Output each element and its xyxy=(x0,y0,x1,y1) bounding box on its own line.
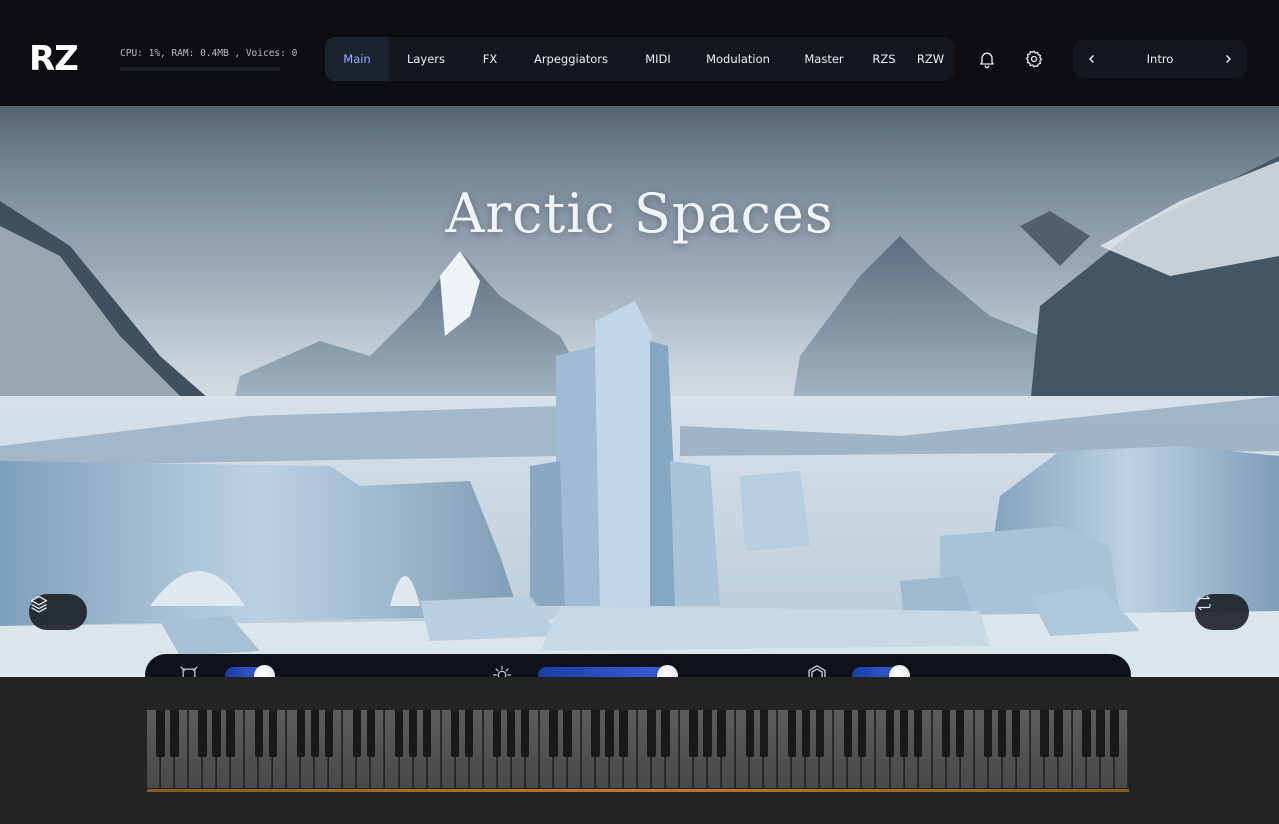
piano-black-key[interactable] xyxy=(647,710,656,757)
piano-black-key[interactable] xyxy=(801,710,811,757)
piano-black-key[interactable] xyxy=(408,710,418,757)
layers-toggle-button[interactable] xyxy=(29,594,87,630)
layers-icon xyxy=(30,595,48,613)
piano-black-key[interactable] xyxy=(745,710,754,757)
piano-black-key[interactable] xyxy=(1040,710,1049,757)
performance-meter xyxy=(120,67,280,71)
gear-icon xyxy=(1025,50,1043,68)
tab-rzs[interactable]: RZS xyxy=(869,37,899,81)
piano-black-key[interactable] xyxy=(366,710,376,757)
piano-black-key[interactable] xyxy=(226,710,235,757)
piano-black-key[interactable] xyxy=(759,710,768,757)
piano-black-key[interactable] xyxy=(955,710,965,757)
piano-black-key[interactable] xyxy=(1054,710,1063,757)
performance-stats: CPU: 1%, RAM: 0.4MB , Voices: 0 xyxy=(120,48,298,59)
piano-black-key[interactable] xyxy=(268,710,277,757)
tab-modulation[interactable]: Modulation xyxy=(703,37,773,81)
chevron-left-icon xyxy=(1088,54,1095,64)
piano-black-key[interactable] xyxy=(843,710,853,757)
piano-black-key[interactable] xyxy=(493,710,502,757)
app-logo: RZ xyxy=(29,39,79,79)
piano-black-key[interactable] xyxy=(352,710,362,757)
piano-black-key[interactable] xyxy=(507,710,516,757)
piano-black-key[interactable] xyxy=(717,710,726,757)
tab-main[interactable]: Main xyxy=(325,37,389,81)
piano-black-key[interactable] xyxy=(394,710,404,757)
bell-icon xyxy=(980,52,994,69)
piano-black-key[interactable] xyxy=(422,710,432,757)
piano-black-key[interactable] xyxy=(941,710,951,757)
preset-title: Arctic Spaces xyxy=(445,182,834,245)
piano-black-key[interactable] xyxy=(899,710,909,757)
tab-layers[interactable]: Layers xyxy=(396,37,456,81)
piano-black-key[interactable] xyxy=(885,710,895,757)
cycle-button[interactable] xyxy=(1195,594,1249,630)
piano-black-key[interactable] xyxy=(1110,710,1119,757)
piano-black-key[interactable] xyxy=(310,710,320,757)
piano-black-key[interactable] xyxy=(549,710,558,757)
piano-black-key[interactable] xyxy=(464,710,474,757)
piano-keyboard[interactable] xyxy=(147,710,1129,790)
preset-artwork: Arctic Spaces xyxy=(0,106,1279,677)
piano-black-key[interactable] xyxy=(450,710,460,757)
tab-midi[interactable]: MIDI xyxy=(638,37,678,81)
piano-black-key[interactable] xyxy=(324,710,334,757)
piano-black-key[interactable] xyxy=(1096,710,1105,757)
piano-black-key[interactable] xyxy=(563,710,572,757)
piano-black-key[interactable] xyxy=(198,710,207,757)
piano-black-key[interactable] xyxy=(689,710,698,757)
piano-black-key[interactable] xyxy=(1082,710,1091,757)
piano-black-key[interactable] xyxy=(254,710,263,757)
chevron-right-icon xyxy=(1225,54,1232,64)
piano-black-key[interactable] xyxy=(1012,710,1021,757)
preset-next-button[interactable] xyxy=(1213,40,1243,78)
piano-black-key[interactable] xyxy=(591,710,600,757)
piano-black-key[interactable] xyxy=(998,710,1007,757)
piano-black-key[interactable] xyxy=(521,710,530,757)
preset-selector: Intro xyxy=(1073,40,1247,78)
piano-black-key[interactable] xyxy=(913,710,923,757)
piano-black-key[interactable] xyxy=(170,710,179,757)
piano-black-key[interactable] xyxy=(661,710,670,757)
repeat-icon xyxy=(1197,595,1211,611)
keyboard-range-indicator xyxy=(147,789,1129,792)
piano-black-key[interactable] xyxy=(984,710,993,757)
piano-black-key[interactable] xyxy=(857,710,867,757)
tab-arpeggiators[interactable]: Arpeggiators xyxy=(530,37,612,81)
piano-black-key[interactable] xyxy=(703,710,712,757)
piano-black-key[interactable] xyxy=(212,710,221,757)
piano-black-key[interactable] xyxy=(787,710,796,757)
piano-black-key[interactable] xyxy=(296,710,305,757)
piano-black-key[interactable] xyxy=(605,710,614,757)
notifications-button[interactable] xyxy=(972,44,1002,74)
tab-rzw[interactable]: RZW xyxy=(915,37,946,81)
main-nav: Main Layers FX Arpeggiators MIDI Modulat… xyxy=(325,37,954,81)
top-bar: RZ CPU: 1%, RAM: 0.4MB , Voices: 0 Main … xyxy=(0,0,1279,106)
settings-button[interactable] xyxy=(1019,44,1049,74)
piano-black-key[interactable] xyxy=(156,710,165,757)
tab-master[interactable]: Master xyxy=(799,37,849,81)
piano-black-key[interactable] xyxy=(815,710,825,757)
preset-name[interactable]: Intro xyxy=(1103,40,1217,78)
piano-black-key[interactable] xyxy=(619,710,628,757)
tab-fx[interactable]: FX xyxy=(472,37,508,81)
